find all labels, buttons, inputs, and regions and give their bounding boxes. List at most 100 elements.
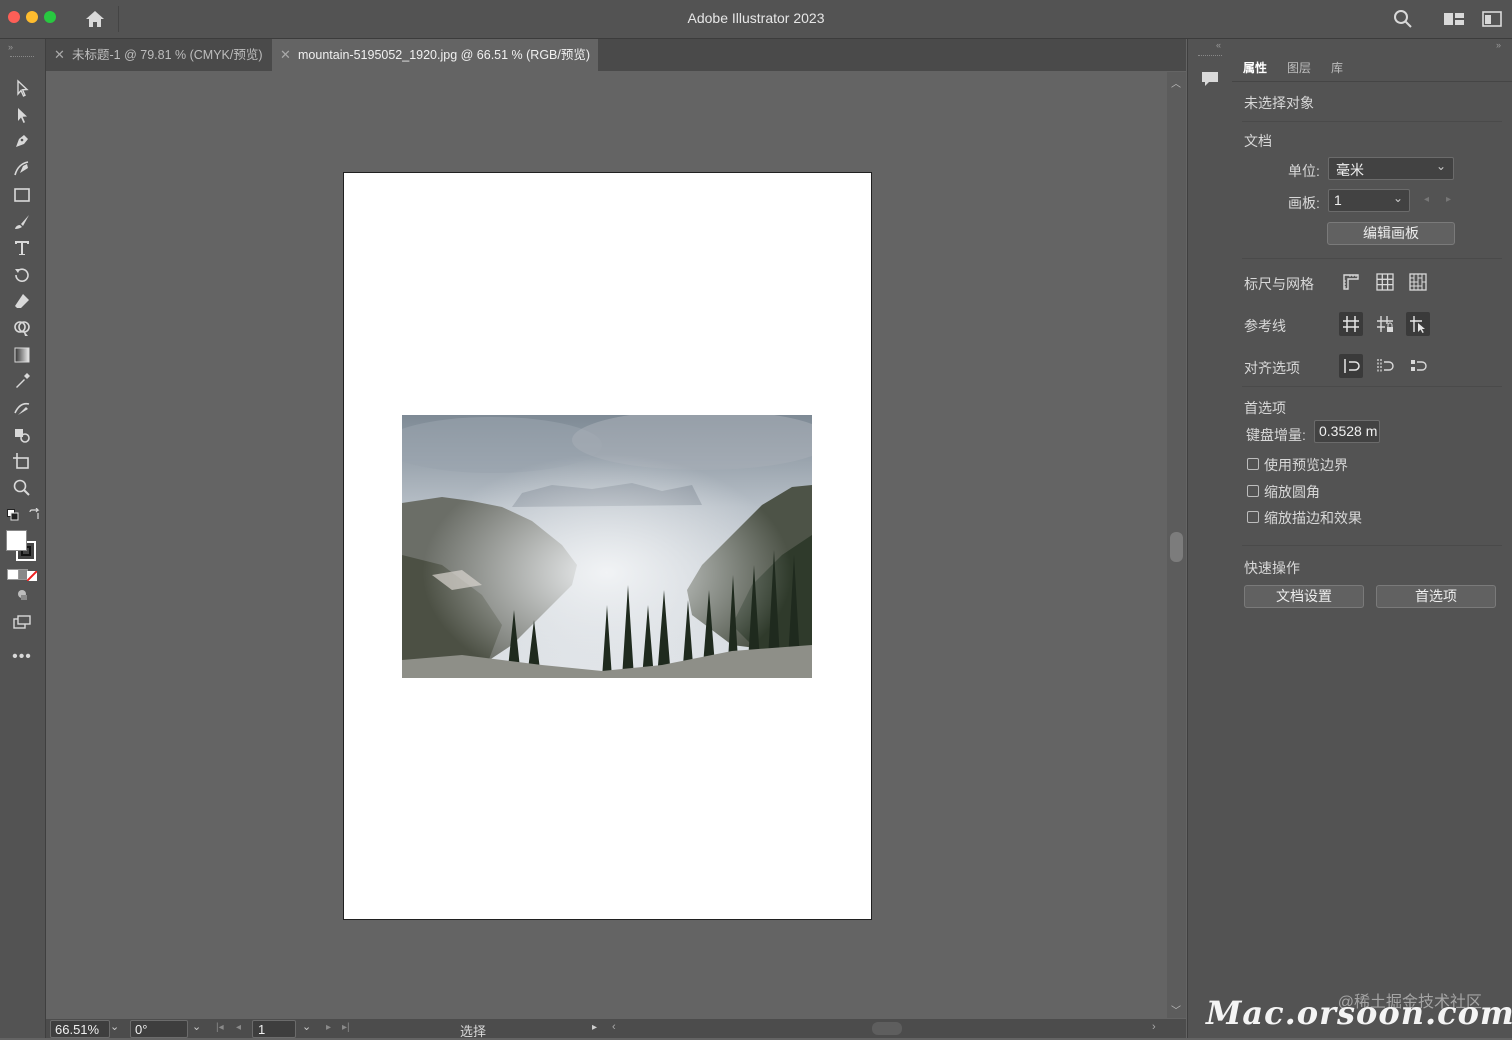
artboard-tool-icon[interactable]	[9, 450, 35, 472]
align-options-label: 对齐选项	[1244, 360, 1300, 376]
current-tool-status: 选择	[460, 1024, 487, 1039]
scale-strokes-effects-checkbox[interactable]	[1247, 511, 1259, 523]
edit-artboards-button[interactable]: 编辑画板	[1327, 222, 1455, 245]
artboard-dropdown[interactable]: 1 ⌄	[1328, 189, 1410, 212]
lock-guides-icon[interactable]	[1373, 312, 1397, 336]
rotation-field[interactable]: 0°	[130, 1020, 188, 1038]
rectangle-tool-icon[interactable]	[9, 184, 35, 206]
default-colors-icon[interactable]	[7, 509, 19, 521]
no-selection-label: 未选择对象	[1244, 95, 1314, 111]
scroll-left-icon[interactable]: ‹	[612, 1021, 616, 1033]
artboard-number-field[interactable]: 1	[252, 1020, 296, 1038]
next-artboard-icon[interactable]: ▸	[326, 1022, 331, 1033]
workspace-switcher-icon[interactable]	[1443, 11, 1465, 27]
next-artboard-icon[interactable]: ▸	[1446, 194, 1451, 205]
preferences-button[interactable]: 首选项	[1376, 585, 1496, 608]
units-label: 单位:	[1288, 163, 1320, 179]
tab-label: mountain-5195052_1920.jpg @ 66.51 % (RGB…	[298, 48, 591, 62]
blend-tool-icon[interactable]	[9, 397, 35, 419]
edit-toolbar-icon[interactable]: •••	[9, 646, 35, 668]
draw-mode-icon[interactable]	[9, 584, 35, 606]
vertical-scrollbar[interactable]: ︿ ﹀	[1167, 72, 1186, 1018]
rotate-tool-icon[interactable]	[9, 264, 35, 286]
screen-mode-icon[interactable]	[9, 611, 35, 633]
tab-untitled-1[interactable]: ✕ 未标题-1 @ 79.81 % (CMYK/预览)	[46, 39, 272, 71]
tab-properties[interactable]: 属性	[1243, 59, 1267, 76]
artboard-value: 1	[1334, 192, 1342, 208]
expand-panels-icon[interactable]: «	[1216, 40, 1221, 50]
close-tab-icon[interactable]: ✕	[54, 39, 65, 71]
transparency-grid-icon[interactable]	[1406, 270, 1430, 294]
tab-layers[interactable]: 图层	[1287, 59, 1311, 76]
status-menu-icon[interactable]: ▸	[592, 1022, 597, 1033]
selection-tool-icon[interactable]	[9, 77, 35, 99]
eyedropper-tool-icon[interactable]	[9, 370, 35, 392]
rotation-dropdown-chevron-icon[interactable]: ⌄	[192, 1020, 201, 1033]
none-mode-icon[interactable]	[26, 569, 38, 582]
scroll-up-icon[interactable]: ︿	[1171, 75, 1181, 90]
placed-image-mountain[interactable]	[402, 415, 812, 678]
symbol-sprayer-tool-icon[interactable]	[9, 424, 35, 446]
collapse-panel-icon[interactable]: »	[1496, 40, 1501, 50]
type-tool-icon[interactable]	[9, 237, 35, 259]
show-guides-icon[interactable]	[1339, 312, 1363, 336]
scroll-right-icon[interactable]: ›	[1152, 1021, 1156, 1033]
artboard-dropdown-chevron-icon[interactable]: ⌄	[302, 1020, 311, 1033]
guides-label: 参考线	[1244, 318, 1286, 334]
curvature-tool-icon[interactable]	[9, 157, 35, 179]
chevron-down-icon: ⌄	[1435, 159, 1446, 173]
zoom-dropdown-chevron-icon[interactable]: ⌄	[110, 1020, 119, 1033]
horizontal-scrollbar[interactable]: ‹ ›	[612, 1020, 1162, 1037]
document-setup-button[interactable]: 文档设置	[1244, 585, 1364, 608]
units-dropdown[interactable]: 毫米 ⌄	[1328, 157, 1454, 180]
site-watermark: Mac.orsoon.com	[1206, 994, 1512, 1032]
rulers-grids-label: 标尺与网格	[1244, 276, 1314, 292]
previous-artboard-icon[interactable]: ◂	[236, 1022, 241, 1033]
app-title: Adobe Illustrator 2023	[687, 10, 825, 26]
use-preview-bounds-label[interactable]: 使用预览边界	[1264, 455, 1348, 475]
eraser-tool-icon[interactable]	[9, 290, 35, 312]
horizontal-scroll-thumb[interactable]	[872, 1022, 902, 1035]
tab-libraries[interactable]: 库	[1331, 59, 1343, 76]
use-preview-bounds-checkbox[interactable]	[1247, 458, 1259, 470]
gradient-tool-icon[interactable]	[9, 344, 35, 366]
panel-tab-divider	[1232, 81, 1512, 82]
tab-mountain-jpg[interactable]: ✕ mountain-5195052_1920.jpg @ 66.51 % (R…	[272, 39, 598, 71]
search-icon[interactable]	[1393, 9, 1413, 29]
vertical-scroll-thumb[interactable]	[1170, 532, 1183, 562]
grid-icon[interactable]	[1373, 270, 1397, 294]
fill-color-swatch[interactable]	[6, 530, 27, 551]
pen-tool-icon[interactable]	[9, 130, 35, 152]
last-artboard-icon[interactable]: ▸|	[342, 1022, 350, 1033]
first-artboard-icon[interactable]: |◂	[216, 1022, 224, 1033]
smart-guides-icon[interactable]	[1406, 312, 1430, 336]
align-to-pixel-grid-icon[interactable]	[1339, 354, 1363, 378]
align-to-selection-icon[interactable]	[1373, 354, 1397, 378]
comments-icon[interactable]	[1199, 68, 1221, 90]
toolbar-grip[interactable]	[10, 56, 34, 59]
align-to-key-object-icon[interactable]	[1406, 354, 1430, 378]
paintbrush-tool-icon[interactable]	[9, 211, 35, 233]
status-bar: 66.51% ⌄ 0° ⌄ |◂ ◂ 1 ⌄ ▸ ▸| 选择 ▸ ‹ ›	[46, 1019, 1186, 1039]
keyboard-increment-input[interactable]: 0.3528 m	[1314, 420, 1380, 443]
direct-selection-tool-icon[interactable]	[9, 104, 35, 126]
scale-corners-label[interactable]: 缩放圆角	[1264, 482, 1320, 502]
shape-builder-tool-icon[interactable]	[9, 317, 35, 339]
tab-label: 未标题-1 @ 79.81 % (CMYK/预览)	[72, 48, 263, 62]
scroll-down-icon[interactable]: ﹀	[1171, 1002, 1181, 1017]
strip-grip[interactable]	[1198, 55, 1222, 58]
zoom-tool-icon[interactable]	[9, 477, 35, 499]
quick-actions-section-title: 快速操作	[1244, 560, 1300, 576]
previous-artboard-icon[interactable]: ◂	[1424, 194, 1429, 205]
units-value: 毫米	[1336, 162, 1364, 178]
swap-colors-icon[interactable]	[28, 507, 41, 521]
arrange-documents-icon[interactable]	[1482, 11, 1502, 27]
collapse-icon[interactable]: »	[8, 42, 13, 52]
scale-corners-checkbox[interactable]	[1247, 485, 1259, 497]
scale-strokes-effects-label[interactable]: 缩放描边和效果	[1264, 508, 1362, 528]
section-divider	[1242, 121, 1502, 122]
rulers-icon[interactable]	[1339, 270, 1363, 294]
close-tab-icon[interactable]: ✕	[280, 39, 291, 71]
tools-panel: » •••	[0, 39, 46, 1038]
zoom-level-field[interactable]: 66.51%	[50, 1020, 110, 1038]
